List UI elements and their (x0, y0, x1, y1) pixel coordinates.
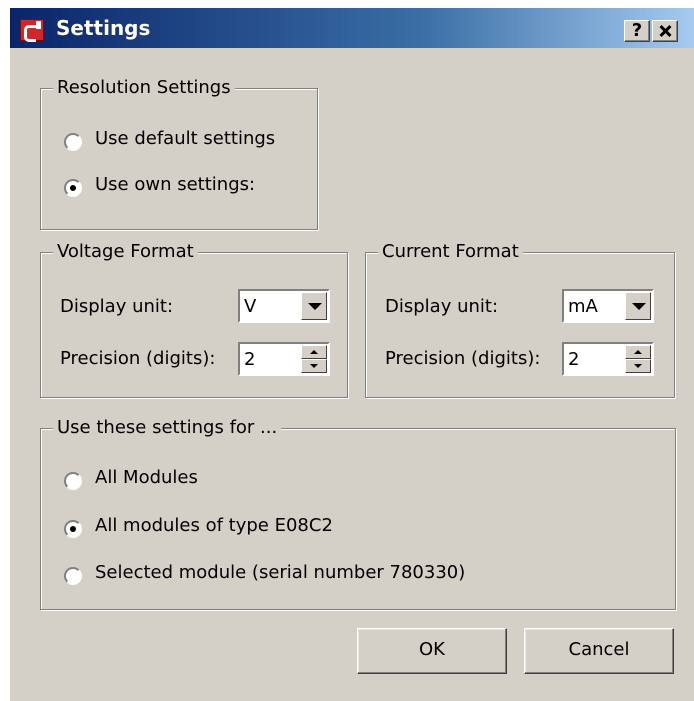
current-format-legend: Current Format (378, 241, 523, 262)
voltage-unit-label: Display unit: (60, 296, 174, 317)
resolution-settings-legend: Resolution Settings (53, 77, 235, 98)
settings-dialog: Settings ? Resolution Settings Use defau… (10, 8, 694, 701)
current-format-group: Current Format (365, 241, 675, 398)
voltage-precision-value: 2 (244, 349, 256, 370)
use-default-settings-label[interactable]: Use default settings (95, 128, 275, 149)
spinner-buttons (625, 345, 651, 373)
chevron-down-icon[interactable] (625, 292, 651, 320)
selected-module-label[interactable]: Selected module (serial number 780330) (95, 562, 465, 583)
current-precision-value: 2 (568, 349, 580, 370)
use-own-settings-label[interactable]: Use own settings: (95, 174, 255, 195)
resolution-settings-group: Resolution Settings (40, 77, 318, 230)
spin-up-icon[interactable] (301, 345, 327, 359)
apply-settings-legend: Use these settings for ... (53, 417, 282, 438)
current-unit-value: mA (568, 296, 598, 317)
current-unit-label: Display unit: (385, 296, 499, 317)
voltage-format-group: Voltage Format (40, 241, 348, 398)
voltage-unit-dropdown[interactable]: V (238, 289, 330, 323)
use-own-settings-radio[interactable] (64, 179, 82, 197)
spin-down-icon[interactable] (301, 359, 327, 373)
spin-down-icon[interactable] (625, 359, 651, 373)
all-modules-label[interactable]: All Modules (95, 467, 198, 488)
radio-selected-dot (70, 526, 76, 532)
cancel-button[interactable]: Cancel (524, 628, 674, 674)
selected-module-radio[interactable] (64, 567, 82, 585)
spinner-buttons (301, 345, 327, 373)
current-unit-dropdown[interactable]: mA (562, 289, 654, 323)
voltage-unit-value: V (244, 296, 257, 317)
current-precision-label: Precision (digits): (385, 348, 541, 369)
all-modules-of-type-radio[interactable] (64, 520, 82, 538)
chevron-down-icon[interactable] (301, 292, 327, 320)
window-title: Settings (56, 16, 151, 40)
ok-button[interactable]: OK (357, 628, 507, 674)
title-bar[interactable]: Settings ? (10, 8, 694, 48)
use-default-settings-radio[interactable] (64, 133, 82, 151)
voltage-precision-label: Precision (digits): (60, 348, 216, 369)
spin-up-icon[interactable] (625, 345, 651, 359)
all-modules-of-type-label[interactable]: All modules of type E08C2 (95, 515, 333, 536)
close-button[interactable] (652, 20, 678, 42)
radio-selected-dot (70, 185, 76, 191)
all-modules-radio[interactable] (64, 472, 82, 490)
voltage-format-legend: Voltage Format (53, 241, 198, 262)
app-icon (20, 19, 44, 42)
help-button[interactable]: ? (624, 20, 650, 42)
current-precision-spinner[interactable]: 2 (562, 342, 654, 376)
voltage-precision-spinner[interactable]: 2 (238, 342, 330, 376)
